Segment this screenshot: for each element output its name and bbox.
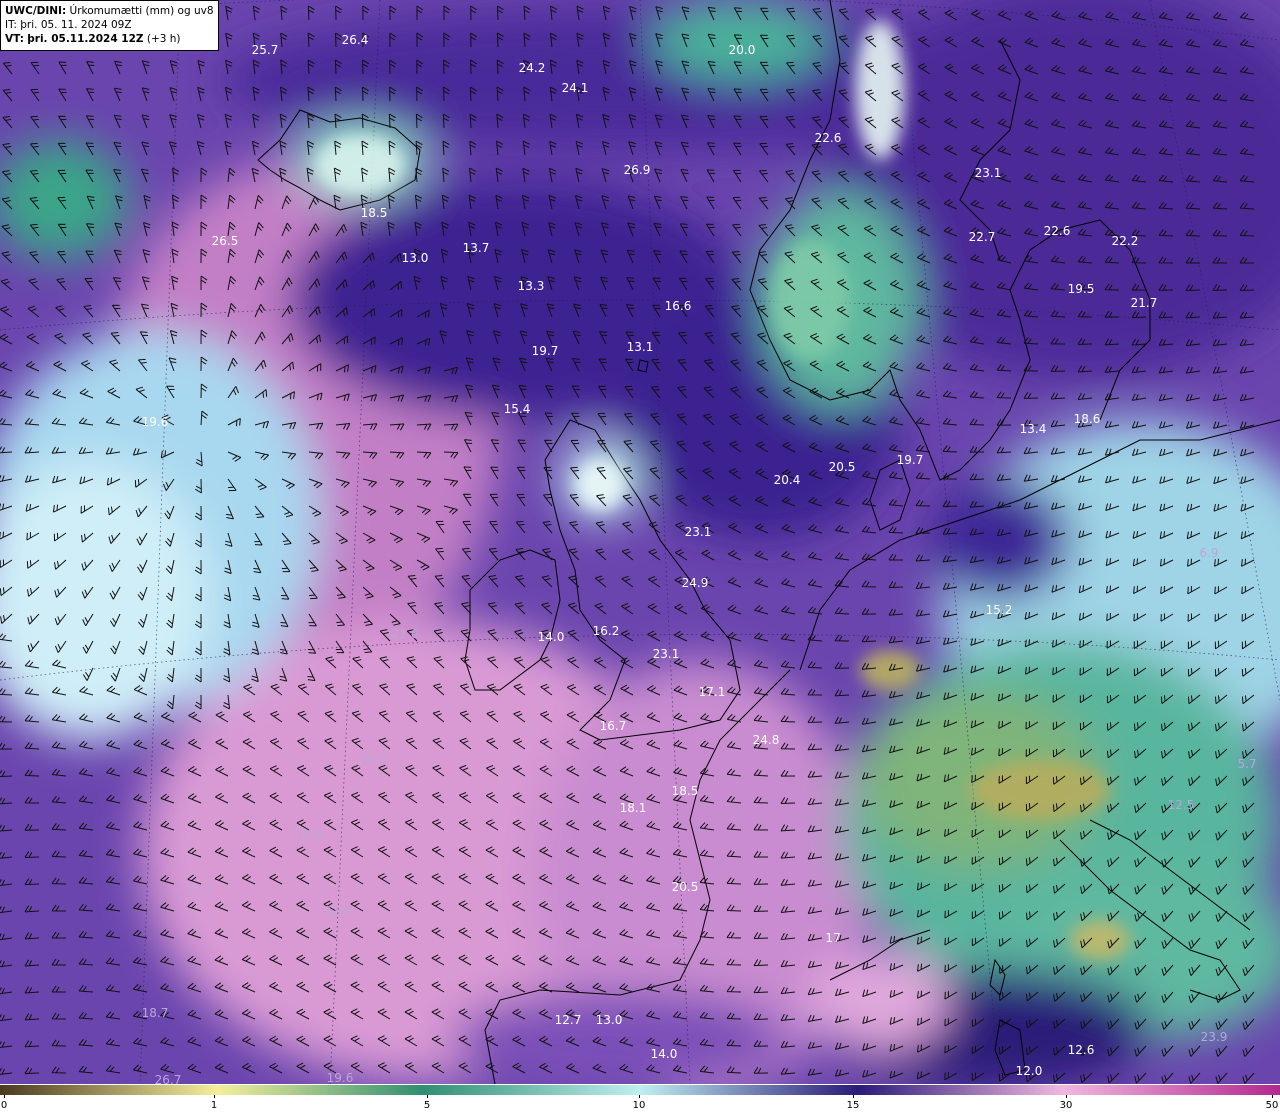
value-label: 23.1 — [653, 647, 680, 661]
value-label: 17.1 — [699, 685, 726, 699]
value-label: 12.7 — [555, 1013, 582, 1027]
colorbar-tick-label: 50 — [1265, 1100, 1279, 1111]
value-label: 13.0 — [402, 251, 429, 265]
value-label: 13.1 — [627, 340, 654, 354]
it-label: IT: — [5, 19, 17, 31]
colorbar-tick-mark — [639, 1095, 640, 1098]
colorbar-strip — [0, 1085, 1280, 1095]
header-it-line: IT: þri. 05. 11. 2024 09Z — [5, 18, 214, 32]
value-label: 24.8 — [753, 733, 780, 747]
value-label: 20.5 — [361, 753, 388, 767]
value-label: 18.5 — [361, 206, 388, 220]
value-label: 21.6 — [392, 627, 419, 641]
value-label: 12.6 — [1068, 1043, 1095, 1057]
value-label: 16.2 — [593, 624, 620, 638]
value-label: 26.9 — [624, 163, 651, 177]
value-label: 12.5 — [1168, 798, 1195, 812]
value-label: 23.1 — [975, 166, 1002, 180]
header-vt-line: VT: þri. 05.11.2024 12Z (+3 h) — [5, 32, 214, 46]
colorbar: 0 1 5 10 15 30 50 — [0, 1084, 1280, 1115]
value-label: 23.5 — [186, 883, 213, 897]
value-label: 20.5 — [829, 460, 856, 474]
value-label: 19.6 — [142, 415, 169, 429]
value-label: 18.6 — [1074, 412, 1101, 426]
value-label: 24.1 — [562, 81, 589, 95]
value-label: 21.7 — [1131, 296, 1158, 310]
value-label: 19.7 — [532, 344, 559, 358]
value-label: 16.6 — [665, 299, 692, 313]
value-label: 23.1 — [685, 525, 712, 539]
map-header: UWC/DINI: Úrkomumætti (mm) og uv850. IT:… — [0, 0, 219, 51]
value-label: 24.9 — [682, 576, 709, 590]
value-label: 22.9 — [296, 828, 323, 842]
colorbar-tick-label: 0 — [0, 1100, 8, 1111]
value-label: 5.7 — [1237, 757, 1256, 771]
value-label: 20.0 — [729, 43, 756, 57]
value-label: 22.7 — [969, 230, 996, 244]
value-label: 23.9 — [1201, 1030, 1228, 1044]
vt-label: VT: — [5, 33, 24, 45]
value-label: 17 — [825, 931, 840, 945]
value-label: 19.6 — [327, 1071, 354, 1084]
value-label: 26.7 — [155, 1073, 182, 1084]
value-label: 18.7 — [142, 1006, 169, 1020]
value-label: 20.5 — [672, 880, 699, 894]
value-label: 22.6 — [815, 131, 842, 145]
value-label: 19.7 — [897, 453, 924, 467]
value-label: 26.4 — [342, 33, 369, 47]
value-label: 25.7 — [252, 43, 279, 57]
colorbar-tick-mark — [1066, 1095, 1067, 1098]
vt-value: þri. 05.11.2024 12Z — [27, 33, 144, 45]
colorbar-tick-label: 15 — [846, 1100, 860, 1111]
value-label: 22.6 — [1044, 224, 1071, 238]
value-label: 22.9 — [324, 904, 351, 918]
colorbar-tick-mark — [214, 1095, 215, 1098]
value-label: 22.2 — [1112, 234, 1139, 248]
value-label: 14.0 — [538, 630, 565, 644]
colorbar-tick-label: 1 — [210, 1100, 218, 1111]
value-label: 26.5 — [212, 234, 239, 248]
field-name: Úrkomumætti (mm) og uv850. — [69, 5, 214, 17]
colorbar-tick-mark — [853, 1095, 854, 1098]
precipitation-map[interactable]: 25.7 26.4 24.2 24.1 20.0 22.6 23.1 22.7 22.6 22.2… — [0, 0, 1280, 1084]
value-label: 15.4 — [504, 402, 531, 416]
value-label: 16.7 — [600, 719, 627, 733]
colorbar-tick-mark — [1272, 1095, 1273, 1098]
header-title-line: UWC/DINI: Úrkomumætti (mm) og uv850. — [5, 4, 214, 18]
value-label: 6.9 — [1199, 546, 1218, 560]
value-label: 13.7 — [463, 241, 490, 255]
value-label: 12.0 — [1016, 1064, 1043, 1078]
colorbar-tick-mark — [4, 1095, 5, 1098]
colorbar-tick-label: 30 — [1059, 1100, 1073, 1111]
value-label: 24.2 — [519, 61, 546, 75]
colorbar-tick-mark — [427, 1095, 428, 1098]
map-frame: 25.7 26.4 24.2 24.1 20.0 22.6 23.1 22.7 22.6 22.2… — [0, 0, 1280, 1115]
it-value: þri. 05. 11. 2024 09Z — [20, 19, 132, 31]
value-label: 13.0 — [596, 1013, 623, 1027]
value-label: 20.4 — [774, 473, 801, 487]
value-label: 13.3 — [518, 279, 545, 293]
colorbar-tick-label: 5 — [423, 1100, 431, 1111]
value-label: 18.5 — [672, 784, 699, 798]
model-name: UWC/DINI: — [5, 5, 67, 17]
value-label: 14.0 — [651, 1047, 678, 1061]
colorbar-tick-label: 10 — [632, 1100, 646, 1111]
vt-lead: (+3 h) — [146, 33, 181, 45]
value-label: 15.2 — [986, 603, 1013, 617]
value-label: 18.1 — [620, 801, 647, 815]
value-label: 13.4 — [1020, 422, 1047, 436]
value-label: 19.5 — [1068, 282, 1095, 296]
